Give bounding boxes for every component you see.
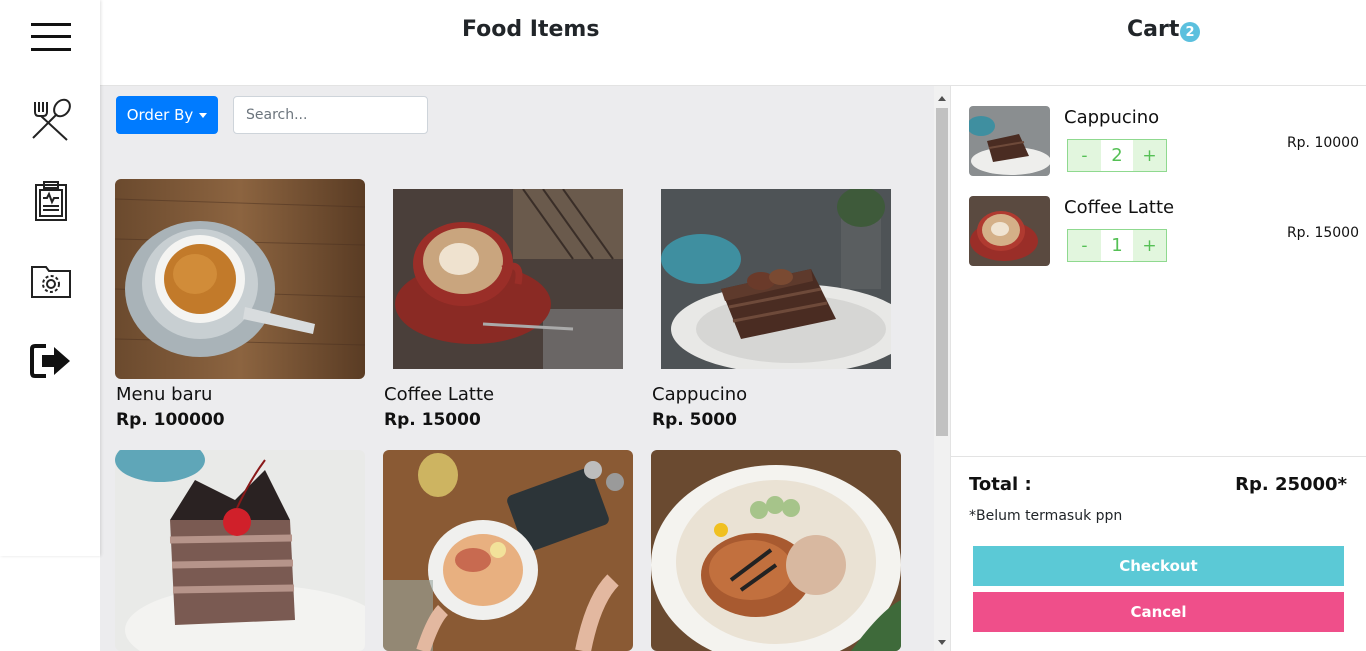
food-card-coffee-latte[interactable]: Coffee Latte Rp. 15000 xyxy=(383,179,633,439)
utensils-icon[interactable] xyxy=(28,97,74,143)
total-value: Rp. 25000* xyxy=(1235,474,1347,495)
food-card-4[interactable] xyxy=(115,450,365,651)
cart-item-image xyxy=(969,196,1050,266)
quantity-value: 1 xyxy=(1101,230,1133,261)
cart-item: Cappucino - 2 + Rp. 10000 xyxy=(969,106,1359,178)
food-card-menu-baru[interactable]: Menu baru Rp. 100000 xyxy=(115,179,365,439)
food-item-price: Rp. 100000 xyxy=(116,410,225,430)
settings-folder-icon[interactable] xyxy=(28,258,74,304)
search-input[interactable] xyxy=(233,96,428,134)
order-by-label: Order By xyxy=(126,106,194,124)
cart-item-name: Cappucino xyxy=(1064,107,1160,128)
food-image xyxy=(651,450,901,651)
sidebar xyxy=(0,0,100,556)
food-items-panel: Order By Search... Menu baru Rp. 100000 … xyxy=(100,86,934,651)
tax-note: *Belum termasuk ppn xyxy=(969,508,1123,524)
scroll-down-arrow-icon[interactable] xyxy=(938,640,946,645)
increase-quantity-button[interactable]: + xyxy=(1133,230,1166,261)
food-item-name: Coffee Latte xyxy=(384,384,495,405)
menu-icon[interactable] xyxy=(28,14,74,60)
checkout-button[interactable]: Checkout xyxy=(973,546,1344,586)
quantity-stepper: - 1 + xyxy=(1067,229,1167,262)
food-item-price: Rp. 5000 xyxy=(652,410,737,430)
increase-quantity-button[interactable]: + xyxy=(1133,140,1166,171)
food-image xyxy=(115,450,365,651)
food-card-cappucino[interactable]: Cappucino Rp. 5000 xyxy=(651,179,901,439)
food-image xyxy=(393,189,623,369)
food-image xyxy=(661,189,891,369)
decrease-quantity-button[interactable]: - xyxy=(1068,230,1101,261)
food-item-price: Rp. 15000 xyxy=(384,410,481,430)
caret-down-icon xyxy=(199,112,208,118)
food-items-title: Food Items xyxy=(462,17,600,42)
total-label: Total : xyxy=(969,474,1032,495)
quantity-stepper: - 2 + xyxy=(1067,139,1167,172)
food-image xyxy=(115,179,365,379)
quantity-value: 2 xyxy=(1101,140,1133,171)
header: Food Items Cart 2 xyxy=(100,0,1366,86)
decrease-quantity-button[interactable]: - xyxy=(1068,140,1101,171)
cart-panel: Cappucino - 2 + Rp. 10000 Coffee Latte -… xyxy=(950,86,1366,651)
clipboard-icon[interactable] xyxy=(28,178,74,224)
scroll-up-arrow-icon[interactable] xyxy=(938,96,946,101)
cart-title: Cart xyxy=(1127,17,1180,42)
cart-item-name: Coffee Latte xyxy=(1064,197,1175,218)
food-image xyxy=(383,450,633,651)
cancel-button[interactable]: Cancel xyxy=(973,592,1344,632)
cart-summary: Total : Rp. 25000* *Belum termasuk ppn C… xyxy=(951,456,1366,651)
food-panel-scrollbar[interactable] xyxy=(934,86,950,651)
cart-item-image xyxy=(969,106,1050,176)
cart-item: Coffee Latte - 1 + Rp. 15000 xyxy=(969,196,1359,268)
scrollbar-thumb[interactable] xyxy=(936,108,948,436)
food-card-5[interactable] xyxy=(383,450,633,651)
cart-item-price: Rp. 10000 xyxy=(1286,135,1359,151)
logout-icon[interactable] xyxy=(28,338,74,384)
cart-count-badge: 2 xyxy=(1180,22,1200,42)
food-item-name: Cappucino xyxy=(652,384,748,405)
food-item-name: Menu baru xyxy=(116,384,213,405)
cart-item-price: Rp. 15000 xyxy=(1286,225,1359,241)
food-card-6[interactable] xyxy=(651,450,901,651)
order-by-dropdown-button[interactable]: Order By xyxy=(116,96,218,134)
